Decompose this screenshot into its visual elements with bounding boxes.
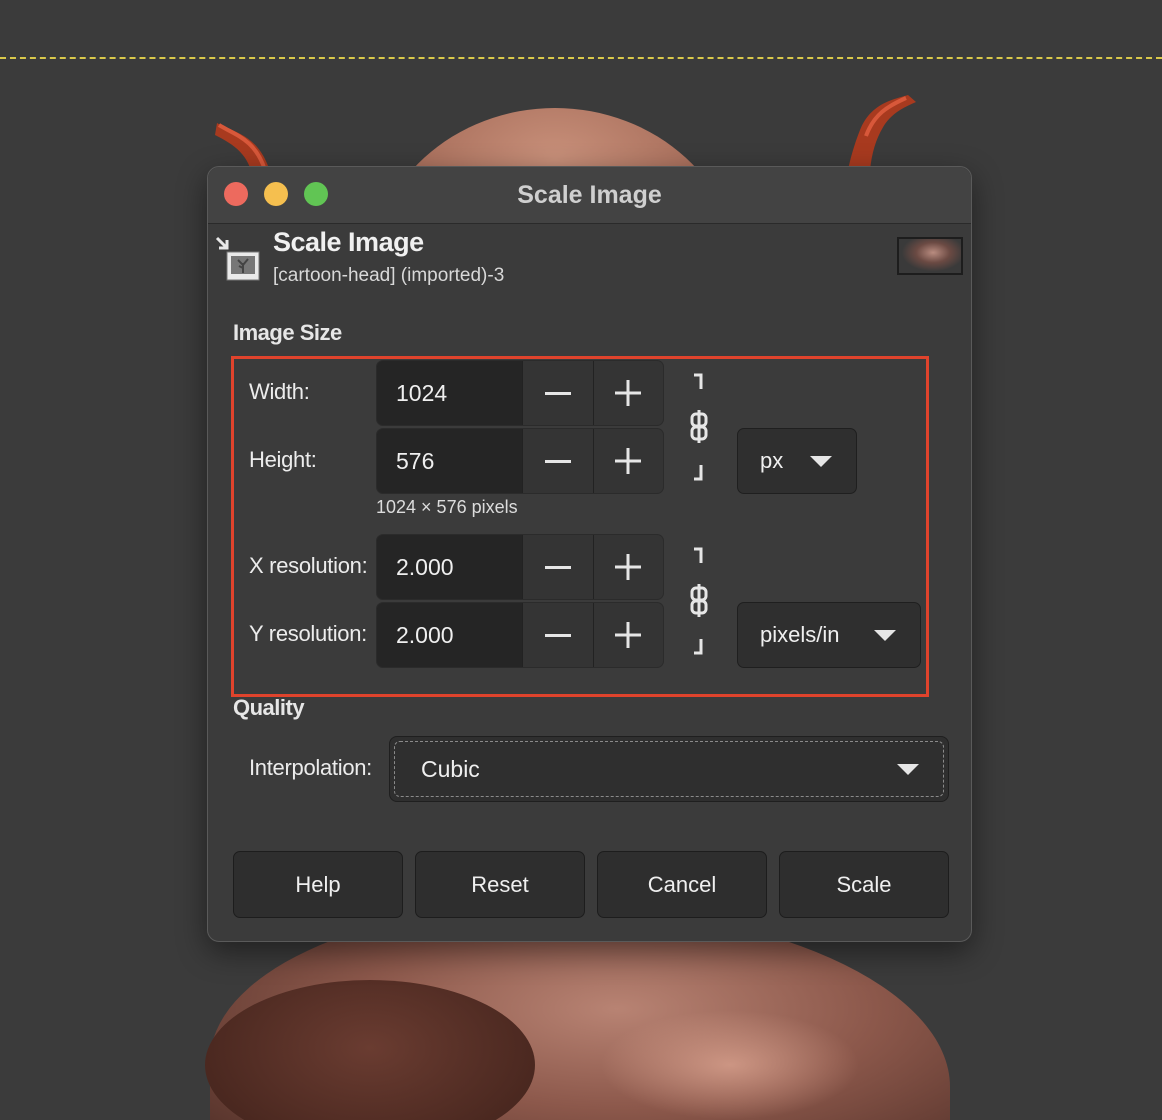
nose-highlight (600, 1010, 860, 1120)
chain-link-icon[interactable] (684, 372, 714, 482)
width-label: Width: (249, 379, 310, 404)
dialog-header-title: Scale Image (273, 227, 424, 257)
x-resolution-spinbutton: 2.000 (376, 534, 664, 600)
chevron-down-icon (810, 455, 832, 467)
pixel-dimensions-text: 1024 × 576 pixels (376, 497, 518, 517)
size-unit-dropdown[interactable]: px (737, 428, 857, 494)
width-spinbutton: 1024 (376, 360, 664, 426)
selection-marquee (0, 57, 1162, 59)
x-resolution-label: X resolution: (249, 553, 368, 578)
interpolation-focus-ring: Cubic (394, 741, 944, 797)
y-resolution-increment-button[interactable] (592, 603, 663, 667)
quality-heading: Quality (233, 695, 305, 720)
x-resolution-input[interactable]: 2.000 (377, 535, 523, 599)
height-decrement-button[interactable] (522, 429, 593, 493)
y-resolution-input[interactable]: 2.000 (377, 603, 523, 667)
width-decrement-button[interactable] (522, 361, 593, 425)
x-resolution-decrement-button[interactable] (522, 535, 593, 599)
chevron-down-icon (897, 763, 919, 775)
height-spinbutton: 576 (376, 428, 664, 494)
width-increment-button[interactable] (592, 361, 663, 425)
height-input[interactable]: 576 (377, 429, 523, 493)
resolution-unit-value: pixels/in (760, 622, 840, 647)
y-resolution-decrement-button[interactable] (522, 603, 593, 667)
resolution-unit-dropdown[interactable]: pixels/in (737, 602, 921, 668)
scale-button[interactable]: Scale (779, 851, 949, 918)
titlebar: Scale Image (208, 167, 971, 224)
x-resolution-increment-button[interactable] (592, 535, 663, 599)
height-label: Height: (249, 447, 317, 472)
height-increment-button[interactable] (592, 429, 663, 493)
cancel-button[interactable]: Cancel (597, 851, 767, 918)
size-unit-value: px (760, 448, 784, 473)
y-resolution-label: Y resolution: (249, 621, 367, 646)
interpolation-value: Cubic (421, 755, 480, 782)
window-title: Scale Image (517, 181, 662, 209)
width-input[interactable]: 1024 (377, 361, 523, 425)
image-size-heading: Image Size (233, 320, 342, 345)
scale-image-dialog: Scale Image Scale Image [cartoon-head] (… (207, 166, 972, 942)
chevron-down-icon (874, 629, 896, 641)
right-horn (848, 95, 916, 170)
resolution-chain-icon[interactable] (684, 546, 714, 656)
y-resolution-spinbutton: 2.000 (376, 602, 664, 668)
reset-button[interactable]: Reset (415, 851, 585, 918)
interpolation-label: Interpolation: (249, 755, 372, 780)
image-name: [cartoon-head] (imported)-3 (273, 265, 505, 286)
interpolation-dropdown[interactable]: Cubic (389, 736, 949, 802)
scale-image-icon (215, 236, 260, 281)
image-thumbnail (897, 237, 963, 275)
help-button[interactable]: Help (233, 851, 403, 918)
